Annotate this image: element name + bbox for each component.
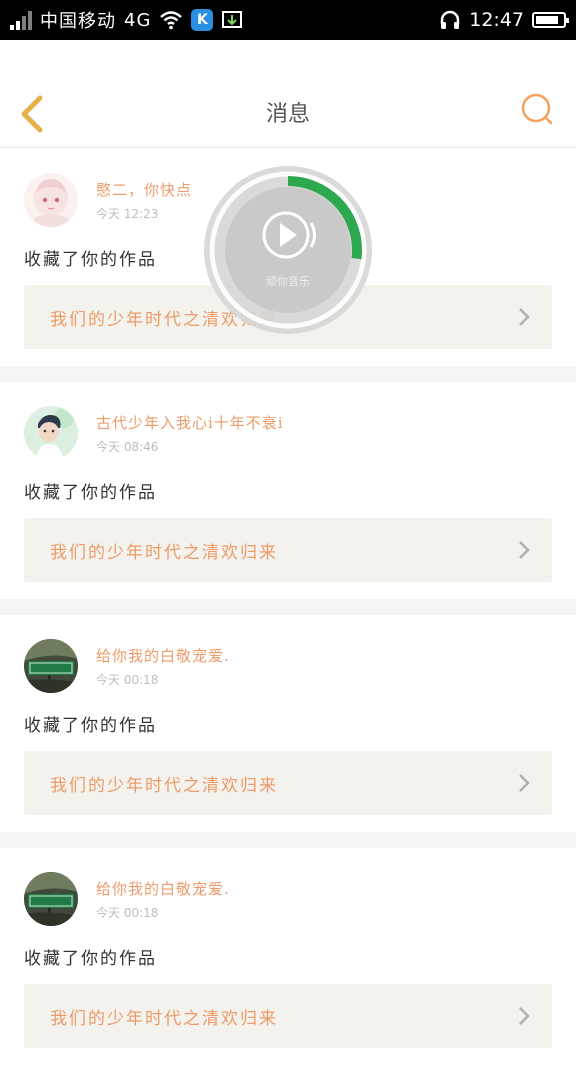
work-title: 我们的少年时代之清欢归来 xyxy=(50,543,278,563)
avatar[interactable] xyxy=(24,406,78,460)
work-link[interactable]: 我们的少年时代之清欢归来 xyxy=(24,984,552,1048)
player-disc-icon xyxy=(204,166,372,334)
avatar[interactable] xyxy=(24,173,78,227)
avatar[interactable] xyxy=(24,639,78,693)
chevron-right-icon xyxy=(519,541,530,559)
user-name[interactable]: 愍二，你快点 xyxy=(96,179,192,200)
action-text: 收藏了你的作品 xyxy=(24,250,157,270)
top-bar: 消息 xyxy=(0,40,576,148)
avatar[interactable] xyxy=(24,872,78,926)
player-label: 顽你音乐 xyxy=(266,275,310,288)
message-item: 给你我的白敬宠爱. 今天 00:18 收藏了你的作品 我们的少年时代之清欢归来 xyxy=(0,848,576,1065)
status-right: 12:47 xyxy=(439,9,569,31)
divider xyxy=(0,599,576,615)
message-item: 古代少年入我心i十年不衰i 今天 08:46 收藏了你的作品 我们的少年时代之清… xyxy=(0,382,576,599)
download-icon xyxy=(222,11,243,28)
work-link[interactable]: 我们的少年时代之清欢归来 xyxy=(24,751,552,815)
chevron-right-icon xyxy=(519,1007,530,1025)
street-sign-avatar-icon xyxy=(24,872,78,926)
battery-icon xyxy=(532,12,569,28)
work-title: 我们的少年时代之清欢归来 xyxy=(50,776,278,796)
headphones-icon xyxy=(440,10,460,29)
app-k-icon: K xyxy=(191,9,214,31)
page-title: 消息 xyxy=(265,102,310,127)
status-left: 中国移动 4G K xyxy=(10,7,243,33)
anime-girl-avatar-icon xyxy=(24,173,78,227)
user-name[interactable]: 给你我的白敬宠爱. xyxy=(96,645,230,666)
user-name[interactable]: 给你我的白敬宠爱. xyxy=(96,878,230,899)
clock: 12:47 xyxy=(469,9,524,31)
status-bar: 中国移动 4G K 12:47 xyxy=(0,0,576,40)
network-type: 4G xyxy=(124,9,152,31)
user-name[interactable]: 古代少年入我心i十年不衰i xyxy=(96,412,284,433)
action-text: 收藏了你的作品 xyxy=(24,949,157,969)
message-time: 今天 12:23 xyxy=(96,207,159,221)
message-time: 今天 00:18 xyxy=(96,673,159,687)
work-title: 我们的少年时代之清欢归来 xyxy=(50,1009,278,1029)
message-item: 给你我的白敬宠爱. 今天 00:18 收藏了你的作品 我们的少年时代之清欢归来 xyxy=(0,615,576,832)
carrier-name: 中国移动 xyxy=(40,11,116,32)
search-button[interactable] xyxy=(520,92,554,126)
chevron-right-icon xyxy=(519,774,530,792)
wifi-icon xyxy=(160,11,183,30)
signal-icon xyxy=(10,10,32,30)
chevron-right-icon xyxy=(519,308,530,326)
action-text: 收藏了你的作品 xyxy=(24,716,157,736)
floating-music-player[interactable]: 顽你音乐 xyxy=(203,165,373,335)
message-time: 今天 08:46 xyxy=(96,440,159,454)
divider xyxy=(0,832,576,848)
boy-avatar-icon xyxy=(24,406,78,460)
street-sign-avatar-icon xyxy=(24,639,78,693)
message-time: 今天 00:18 xyxy=(96,906,159,920)
action-text: 收藏了你的作品 xyxy=(24,483,157,503)
work-link[interactable]: 我们的少年时代之清欢归来 xyxy=(24,518,552,582)
divider xyxy=(0,366,576,382)
